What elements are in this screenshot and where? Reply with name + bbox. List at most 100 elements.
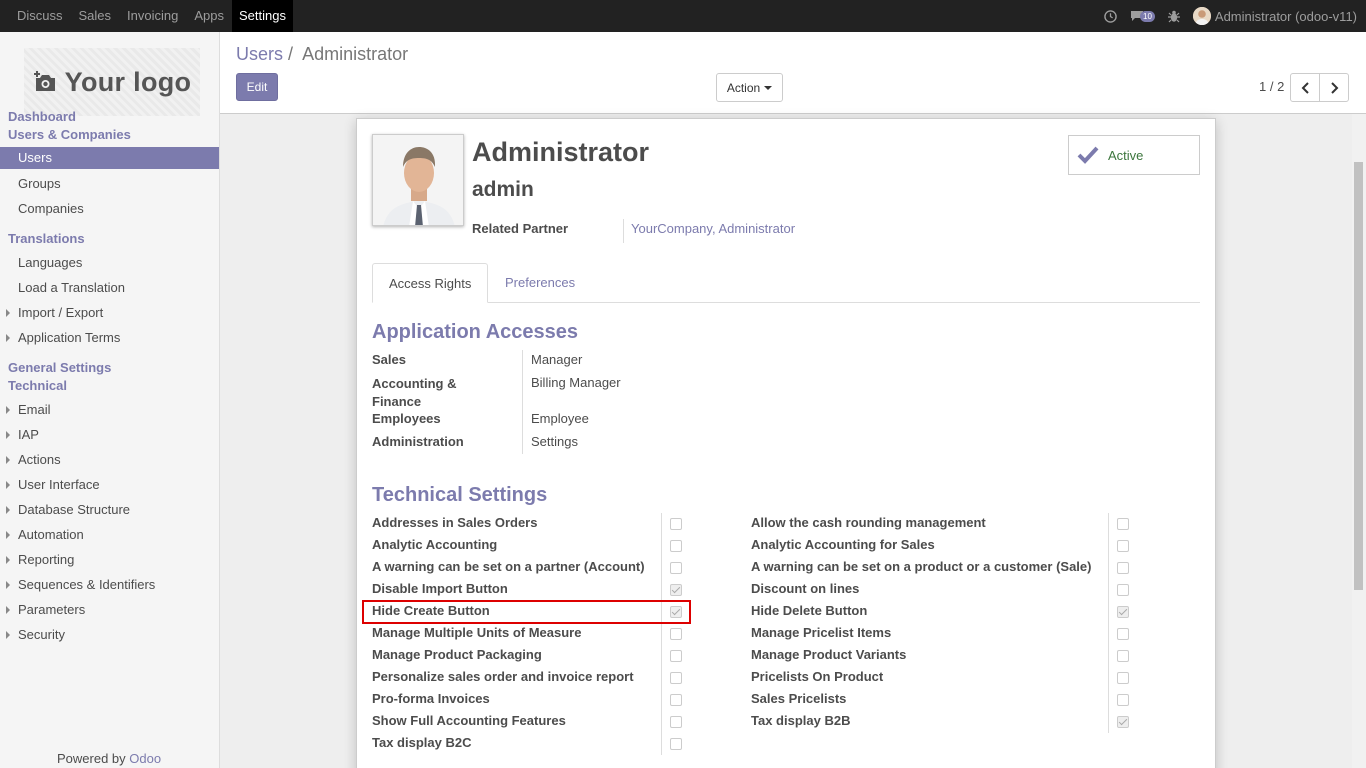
sidebar-item-load-translation[interactable]: Load a Translation	[18, 280, 125, 295]
edit-button[interactable]: Edit	[236, 73, 278, 101]
related-partner-link[interactable]: YourCompany, Administrator	[631, 221, 795, 236]
setting-label: A warning can be set on a product or a c…	[751, 559, 1092, 574]
sidebar-item-languages[interactable]: Languages	[18, 255, 82, 270]
expand-caret-icon	[6, 556, 10, 564]
setting-checkbox[interactable]	[670, 738, 682, 750]
user-photo[interactable]	[372, 134, 464, 226]
activity-clock-icon[interactable]	[1104, 9, 1117, 23]
setting-checkbox[interactable]	[670, 694, 682, 706]
divider	[623, 219, 624, 243]
tab-access-rights[interactable]: Access Rights	[372, 263, 489, 303]
expand-caret-icon	[6, 431, 10, 439]
setting-checkbox[interactable]	[670, 650, 682, 662]
setting-checkbox[interactable]	[670, 518, 682, 530]
user-menu[interactable]: Administrator (odoo-v11)	[1192, 7, 1357, 25]
expand-caret-icon	[6, 309, 10, 317]
setting-checkbox[interactable]	[670, 562, 682, 574]
company-logo[interactable]: Your logo	[24, 48, 200, 116]
sidebar-item-database-structure[interactable]: Database Structure	[18, 502, 130, 517]
sidebar-item-application-terms[interactable]: Application Terms	[18, 330, 120, 345]
active-label: Active	[1108, 147, 1144, 163]
setting-checkbox[interactable]	[670, 672, 682, 684]
expand-caret-icon	[6, 334, 10, 342]
sidebar-item-security[interactable]: Security	[18, 627, 65, 642]
action-label: Action	[726, 80, 761, 95]
sidebar-item-users[interactable]: Users	[0, 147, 219, 169]
access-value[interactable]: Settings	[531, 434, 578, 449]
debug-bug-icon[interactable]	[1167, 10, 1180, 23]
setting-label: A warning can be set on a partner (Accou…	[372, 559, 645, 574]
setting-label: Tax display B2C	[372, 735, 472, 750]
setting-checkbox[interactable]	[670, 584, 682, 596]
sidebar-dashboard[interactable]: Dashboard	[8, 109, 76, 124]
scrollbar-thumb[interactable]	[1354, 162, 1363, 590]
setting-checkbox[interactable]	[670, 540, 682, 552]
sidebar: Your logo Dashboard Users & Companies Us…	[0, 32, 220, 768]
pager-previous-button[interactable]	[1290, 73, 1320, 102]
breadcrumb-separator: /	[288, 44, 294, 64]
sidebar-item-email[interactable]: Email	[18, 402, 51, 417]
sidebar-item-reporting[interactable]: Reporting	[18, 552, 74, 567]
sidebar-item-import-export[interactable]: Import / Export	[18, 305, 103, 320]
sidebar-item-user-interface[interactable]: User Interface	[18, 477, 100, 492]
chevron-right-icon	[1330, 81, 1338, 94]
sidebar-item-groups[interactable]: Groups	[18, 176, 61, 191]
breadcrumb-current: Administrator	[302, 44, 409, 64]
active-toggle-button[interactable]: Active	[1068, 135, 1200, 175]
setting-label: Tax display B2B	[751, 713, 851, 728]
chevron-left-icon	[1301, 81, 1309, 94]
setting-label: Disable Import Button	[372, 581, 508, 596]
sidebar-item-sequences[interactable]: Sequences & Identifiers	[18, 577, 155, 592]
setting-checkbox[interactable]	[1117, 518, 1129, 530]
sidebar-item-automation[interactable]: Automation	[18, 527, 84, 542]
setting-checkbox[interactable]	[670, 716, 682, 728]
setting-checkbox[interactable]	[1117, 628, 1129, 640]
setting-checkbox[interactable]	[670, 628, 682, 640]
setting-label: Analytic Accounting for Sales	[751, 537, 935, 552]
menu-discuss[interactable]: Discuss	[17, 0, 63, 32]
sidebar-general-settings[interactable]: General Settings	[8, 360, 111, 375]
divider	[522, 350, 523, 454]
check-icon	[1077, 146, 1099, 164]
access-value[interactable]: Billing Manager	[531, 375, 621, 390]
expand-caret-icon	[6, 631, 10, 639]
access-value[interactable]: Manager	[531, 352, 582, 367]
chat-icon[interactable]: 10	[1130, 10, 1155, 22]
sidebar-item-iap[interactable]: IAP	[18, 427, 39, 442]
user-avatar	[1192, 7, 1211, 25]
odoo-link[interactable]: Odoo	[129, 751, 161, 766]
menu-settings[interactable]: Settings	[232, 0, 293, 32]
setting-checkbox[interactable]	[1117, 716, 1129, 728]
sidebar-item-parameters[interactable]: Parameters	[18, 602, 85, 617]
expand-caret-icon	[6, 506, 10, 514]
setting-label: Hide Delete Button	[751, 603, 868, 618]
setting-checkbox[interactable]	[1117, 672, 1129, 684]
pager-value[interactable]: 1 / 2	[1259, 79, 1284, 94]
sidebar-technical[interactable]: Technical	[8, 378, 67, 393]
setting-checkbox[interactable]	[670, 606, 682, 618]
menu-sales[interactable]: Sales	[79, 0, 112, 32]
setting-checkbox[interactable]	[1117, 694, 1129, 706]
sidebar-item-companies[interactable]: Companies	[18, 201, 84, 216]
setting-label: Manage Pricelist Items	[751, 625, 892, 640]
tab-preferences[interactable]: Preferences	[489, 263, 591, 303]
setting-checkbox[interactable]	[1117, 540, 1129, 552]
setting-checkbox[interactable]	[1117, 650, 1129, 662]
action-dropdown[interactable]: Action	[716, 73, 783, 102]
pager-next-button[interactable]	[1319, 73, 1349, 102]
setting-checkbox[interactable]	[1117, 562, 1129, 574]
breadcrumb-users[interactable]: Users	[236, 44, 283, 64]
sidebar-item-actions[interactable]: Actions	[18, 452, 61, 467]
menu-invoicing[interactable]: Invoicing	[127, 0, 178, 32]
setting-label: Analytic Accounting	[372, 537, 498, 552]
sidebar-translations[interactable]: Translations	[8, 231, 85, 246]
setting-checkbox[interactable]	[1117, 606, 1129, 618]
sidebar-users-companies[interactable]: Users & Companies	[8, 127, 131, 142]
user-login: admin	[472, 178, 534, 201]
expand-caret-icon	[6, 606, 10, 614]
user-name-title: Administrator	[472, 137, 650, 167]
menu-apps[interactable]: Apps	[194, 0, 224, 32]
access-value[interactable]: Employee	[531, 411, 589, 426]
expand-caret-icon	[6, 406, 10, 414]
setting-checkbox[interactable]	[1117, 584, 1129, 596]
